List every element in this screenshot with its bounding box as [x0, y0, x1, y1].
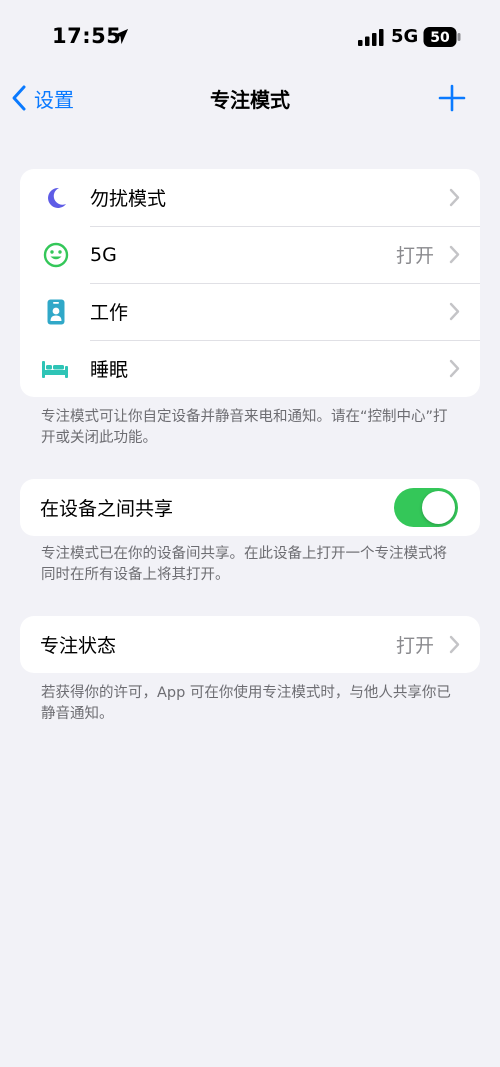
navigation-bar: 设置 专注模式: [0, 74, 500, 122]
battery-icon: 50: [423, 27, 461, 47]
focus-mode-work[interactable]: 工作: [20, 283, 480, 340]
focus-mode-sleep[interactable]: 睡眠: [20, 340, 480, 397]
share-footnote: 专注模式已在你的设备间共享。在此设备上打开一个专注模式将同时在所有设备上将其打开…: [41, 546, 447, 583]
smiley-icon: [43, 242, 69, 268]
battery-level: 50: [430, 30, 450, 46]
chevron-right-icon: [449, 359, 460, 378]
chevron-right-icon: [449, 245, 460, 264]
chevron-right-icon: [449, 188, 460, 207]
focus-modes-list: 勿扰模式 5G 打开 工作 睡眠: [20, 169, 480, 397]
row-label: 勿扰模式: [90, 188, 167, 210]
badge-person-icon: [47, 299, 65, 325]
chevron-right-icon: [449, 302, 460, 321]
chevron-right-icon: [449, 635, 460, 654]
row-label: 5G: [90, 243, 117, 266]
share-across-devices-group: 在设备之间共享: [20, 479, 480, 536]
status-bar: 17:55 5G 50: [0, 0, 500, 74]
focus-mode-5g[interactable]: 5G 打开: [20, 226, 480, 283]
row-value: 打开: [395, 245, 434, 267]
focus-status-group: 专注状态 打开: [20, 616, 480, 673]
row-label: 工作: [90, 302, 129, 324]
page-title: 专注模式: [210, 88, 290, 112]
toggle-knob: [422, 491, 455, 524]
row-label: 专注状态: [40, 635, 117, 657]
share-across-devices-toggle[interactable]: [394, 488, 458, 527]
focus-mode-do-not-disturb[interactable]: 勿扰模式: [20, 169, 480, 226]
cellular-signal-icon: [358, 29, 384, 46]
share-across-devices-row: 在设备之间共享: [20, 479, 480, 536]
network-type: 5G: [391, 26, 419, 47]
row-label: 睡眠: [90, 359, 129, 381]
location-arrow-icon: [112, 28, 129, 45]
moon-icon: [48, 187, 66, 208]
focus-modes-footnote: 专注模式可让你自定设备并静音来电和通知。请在“控制中心”打开或关闭此功能。: [41, 409, 448, 446]
focus-status-footnote: 若获得你的许可，App 可在你使用专注模式时，与他人共享你已静音通知。: [41, 685, 451, 722]
row-label: 在设备之间共享: [40, 498, 174, 520]
add-icon[interactable]: [436, 82, 468, 114]
focus-status-row[interactable]: 专注状态 打开: [20, 616, 480, 673]
row-value: 打开: [395, 635, 434, 657]
bed-icon: [42, 361, 68, 378]
